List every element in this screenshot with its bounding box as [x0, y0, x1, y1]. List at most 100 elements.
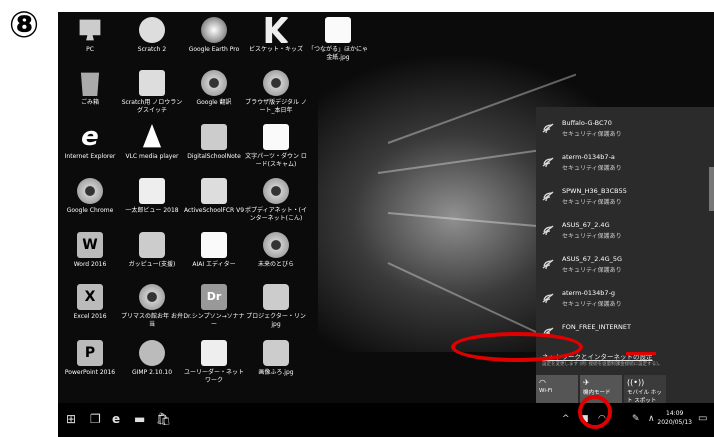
- wifi-network-item[interactable]: aterm-0134b7-a セキュリティ保護あり: [536, 147, 708, 181]
- desktop-icon[interactable]: e Internet Explorer: [58, 124, 122, 161]
- desktop-icon[interactable]: ごみ箱: [58, 70, 122, 107]
- store-icon[interactable]: 🛍: [156, 412, 171, 426]
- hotspot-tile-label: モバイル ホット スポット: [627, 390, 662, 404]
- map-icon: [139, 178, 165, 204]
- desktop-icon[interactable]: ガッピュー(支援): [120, 232, 184, 269]
- desktop-icon[interactable]: ビスケット・キッズ: [244, 17, 308, 54]
- desktop-icon[interactable]: Scratch用 ノロウラン グスイッチ: [120, 70, 184, 115]
- desktop-icon[interactable]: 未来のとびら: [244, 232, 308, 269]
- wifi-signal-icon: [542, 157, 554, 168]
- desktop-icon[interactable]: ユーリーダー・ネット ワーク: [182, 340, 246, 385]
- desktop-icon[interactable]: X Excel 2016: [58, 284, 122, 321]
- desktop-icon-label: ブラウザ版デジタル ノート_本日年: [245, 99, 307, 114]
- desktop-icon-label: AIAI エディター: [192, 261, 236, 268]
- wifi-ssid: FON_FREE_INTERNET: [562, 323, 631, 331]
- desktop-icon-label: プリマスの館お年 お弁当: [121, 313, 183, 328]
- desktop-screen: PC Scratch 2 Google Earth Pro ビスケット・キッズ 「つなが…: [58, 12, 714, 437]
- taskbar: ⊞ ❐ e ▬ 🛍 ^ ■ ◠ ✎ ∧ 14:09 2020/05/13 ▭: [58, 403, 714, 437]
- wifi-network-item[interactable]: Buffalo-G-BC70 セキュリティ保護あり: [536, 113, 708, 147]
- wifi-security-status: セキュリティ保護あり: [562, 165, 622, 172]
- chrome-icon: [139, 284, 165, 310]
- desktop-icon-label: ガッピュー(支援): [128, 261, 176, 268]
- wifi-icon: ◠: [539, 378, 546, 387]
- book-icon: [201, 178, 227, 204]
- wifi-network-item[interactable]: ASUS_67_2.4G セキュリティ保護あり: [536, 215, 708, 249]
- dr-icon: Dr: [201, 284, 227, 310]
- edge-icon[interactable]: e: [112, 412, 120, 426]
- wifi-network-item[interactable]: ASUS_67_2.4G_5G セキュリティ保護あり: [536, 249, 708, 283]
- panel-scrollbar[interactable]: [709, 167, 714, 211]
- action-center-icon[interactable]: ▭: [698, 412, 707, 426]
- desktop-icon[interactable]: P PowerPoint 2016: [58, 340, 122, 377]
- desktop-icon-label: 一太郎ビュー 2018: [125, 207, 179, 214]
- desktop-icon-label: Google 翻訳: [196, 99, 232, 106]
- chevron-up-icon[interactable]: ∧: [648, 412, 655, 426]
- task-view-icon[interactable]: ❐: [90, 412, 101, 426]
- desktop-icon[interactable]: AIAI エディター: [182, 232, 246, 269]
- desktop-icon-label: GIMP 2.10.10: [131, 369, 173, 376]
- desktop-icon-label: PowerPoint 2016: [64, 369, 116, 376]
- desktop-icon-label: Excel 2016: [73, 313, 107, 320]
- hotspot-icon: ((•)): [627, 378, 645, 387]
- desktop-icon[interactable]: ポプディアネット・(イ ンターネット(こん): [244, 178, 308, 223]
- desktop-icon[interactable]: プリマスの館お年 お弁当: [120, 284, 184, 329]
- wifi-ssid: Buffalo-G-BC70: [562, 119, 612, 127]
- clock-date: 2020/05/13: [657, 419, 692, 426]
- desktop-icon-label: ユーリーダー・ネット ワーク: [183, 369, 244, 384]
- trash-icon: [80, 72, 100, 96]
- wifi-toggle-tile[interactable]: ◠ Wi-Fi: [536, 375, 578, 405]
- desktop-icon[interactable]: Google 翻訳: [182, 70, 246, 107]
- globe-icon: [201, 17, 227, 43]
- wifi-signal-icon: [542, 293, 554, 304]
- desktop-icon[interactable]: 画像ふろ.jpg: [244, 340, 308, 377]
- chrome-icon: [201, 70, 227, 96]
- desktop-icon[interactable]: ブラウザ版デジタル ノート_本日年: [244, 70, 308, 115]
- wifi-ssid: SPWN_H36_B3CB55: [562, 187, 627, 195]
- desktop-icon-label: ごみ箱: [80, 99, 99, 106]
- desktop-icon[interactable]: DigitalSchoolNote: [182, 124, 246, 161]
- desktop-icon-label: Scratch 2: [137, 46, 167, 53]
- pen-icon[interactable]: ✎: [632, 412, 640, 426]
- desktop-icon-label: VLC media player: [125, 153, 179, 160]
- desktop-icon[interactable]: Google Chrome: [58, 178, 122, 215]
- wifi-network-item[interactable]: SPWN_H36_B3CB55 セキュリティ保護あり: [536, 181, 708, 215]
- desktop-icon[interactable]: 一太郎ビュー 2018: [120, 178, 184, 215]
- desktop-icon[interactable]: Scratch 2: [120, 17, 184, 54]
- file-explorer-icon[interactable]: ▬: [134, 412, 145, 426]
- camera-icon: [263, 340, 289, 366]
- wifi-ssid: aterm-0134b7-g: [562, 289, 616, 297]
- wifi-ssid: aterm-0134b7-a: [562, 153, 615, 161]
- wifi-signal-icon: [542, 123, 554, 134]
- desktop-icon-label: ActiveSchoolFCR V9: [183, 207, 245, 214]
- desktop-icon[interactable]: Google Earth Pro: [182, 17, 246, 54]
- wifi-security-status: セキュリティ保護あり: [562, 301, 622, 308]
- desktop-icon-label: Google Earth Pro: [188, 46, 240, 53]
- desktop-icon[interactable]: 文字パーツ・ダウン ロード(スキャム): [244, 124, 308, 169]
- taskbar-clock[interactable]: 14:09 2020/05/13: [657, 409, 692, 427]
- book-icon: [139, 70, 165, 96]
- desktop-icon[interactable]: Dr Dr.シンプソン→ソナナー: [182, 284, 246, 329]
- desktop-icon-label: Google Chrome: [66, 207, 114, 214]
- start-button[interactable]: ⊞: [66, 412, 76, 426]
- wifi-security-status: セキュリティ保護あり: [562, 131, 622, 138]
- desktop-icon[interactable]: 「つながる」ほかにゃ 金紙.jpg: [306, 17, 370, 62]
- desktop-icon-label: ビスケット・キッズ: [248, 46, 303, 53]
- wifi-signal-icon: [542, 259, 554, 270]
- desktop-icon[interactable]: ActiveSchoolFCR V9: [182, 178, 246, 215]
- desktop-icon[interactable]: PC: [58, 17, 122, 54]
- mobile-hotspot-tile[interactable]: ((•)) モバイル ホット スポット: [624, 375, 666, 405]
- desktop-icon[interactable]: VLC media player: [120, 124, 184, 161]
- desktop-icon[interactable]: GIMP 2.10.10: [120, 340, 184, 377]
- show-hidden-icons-chevron-icon[interactable]: ^: [562, 412, 570, 426]
- excel-icon: X: [77, 284, 103, 310]
- desktop-icon-label: プロジェクター・リン jpg: [246, 313, 306, 328]
- desktop-icon-label: 未来のとびら: [257, 261, 294, 268]
- annotation-pointer-line: [626, 352, 656, 355]
- wifi-network-item[interactable]: aterm-0134b7-g セキュリティ保護あり: [536, 283, 708, 317]
- desktop-icon[interactable]: W Word 2016: [58, 232, 122, 269]
- chrome-icon: [263, 232, 289, 258]
- d-icon: [201, 124, 227, 150]
- desktop-icon-label: Internet Explorer: [64, 153, 116, 160]
- desktop-icon-label: 「つながる」ほかにゃ 金紙.jpg: [307, 46, 368, 61]
- desktop-icon[interactable]: プロジェクター・リン jpg: [244, 284, 308, 329]
